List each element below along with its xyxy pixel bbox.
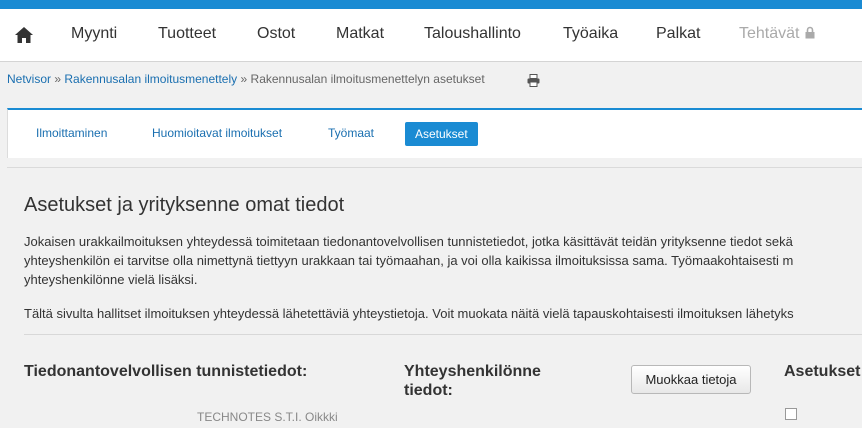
nav-item-ostot[interactable]: Ostot [257,25,295,43]
lock-icon [805,26,815,44]
top-accent-strip [0,0,862,9]
section-divider [24,334,862,335]
edit-details-button[interactable]: Muokkaa tietoja [631,365,751,394]
settings-content: Asetukset ja yrityksenne omat tiedot Jok… [7,167,862,428]
breadcrumb-link-rakennusala[interactable]: Rakennusalan ilmoitusmenettely [64,72,237,86]
tab-asetukset[interactable]: Asetukset [405,122,478,146]
breadcrumb-separator: » [54,72,62,86]
main-navbar: Myynti Tuotteet Ostot Matkat Taloushalli… [0,9,862,62]
intro-text: Jokaisen urakkailmoituksen yhteydessä to… [24,232,862,289]
breadcrumb-link-netvisor[interactable]: Netvisor [7,72,51,86]
intro-line: yhteyshenkilönne vielä lisäksi. [24,272,198,287]
nav-item-myynti[interactable]: Myynti [71,25,117,43]
page-title: Asetukset ja yrityksenne omat tiedot [24,194,345,216]
settings-checkbox[interactable] [785,408,797,420]
company-name-text: TECHNOTES S.T.I. Oikkki [197,410,338,424]
info-note: Tältä sivulta hallitset ilmoituksen yhte… [24,306,794,321]
nav-item-palkat[interactable]: Palkat [656,25,700,43]
tab-tyomaat[interactable]: Työmaat [328,126,374,140]
breadcrumb-separator: » [240,72,248,86]
nav-item-tuotteet[interactable]: Tuotteet [158,25,216,43]
nav-item-tehtavat-label: Tehtävät [739,25,800,42]
intro-line: Jokaisen urakkailmoituksen yhteydessä to… [24,234,793,249]
section-heading-line: tiedot: [404,382,453,399]
tab-huomioitavat-ilmoitukset[interactable]: Huomioitavat ilmoitukset [152,126,282,140]
section-heading-line: Yhteyshenkilönne [404,363,541,380]
nav-item-tyoaika[interactable]: Työaika [563,25,618,43]
nav-item-matkat[interactable]: Matkat [336,25,384,43]
home-icon[interactable] [14,26,34,44]
section-heading-yhteyshenkilo: Yhteyshenkilönne tiedot: [404,362,541,400]
tab-ilmoittaminen[interactable]: Ilmoittaminen [36,126,107,140]
nav-item-tehtavat: Tehtävät [739,25,815,44]
breadcrumb-current: Rakennusalan ilmoitusmenettelyn asetukse… [250,72,485,86]
breadcrumb: Netvisor » Rakennusalan ilmoitusmenettel… [7,72,485,86]
intro-line: yhteyshenkilön ei tarvitse olla nimettyn… [24,253,794,268]
tab-bar: Ilmoittaminen Huomioitavat ilmoitukset T… [7,108,862,158]
nav-item-taloushallinto[interactable]: Taloushallinto [424,25,521,43]
print-icon[interactable] [527,74,540,87]
section-heading-tunnistetiedot: Tiedonantovelvollisen tunnistetiedot: [24,363,308,380]
section-heading-asetukset: Asetukset [784,363,861,380]
